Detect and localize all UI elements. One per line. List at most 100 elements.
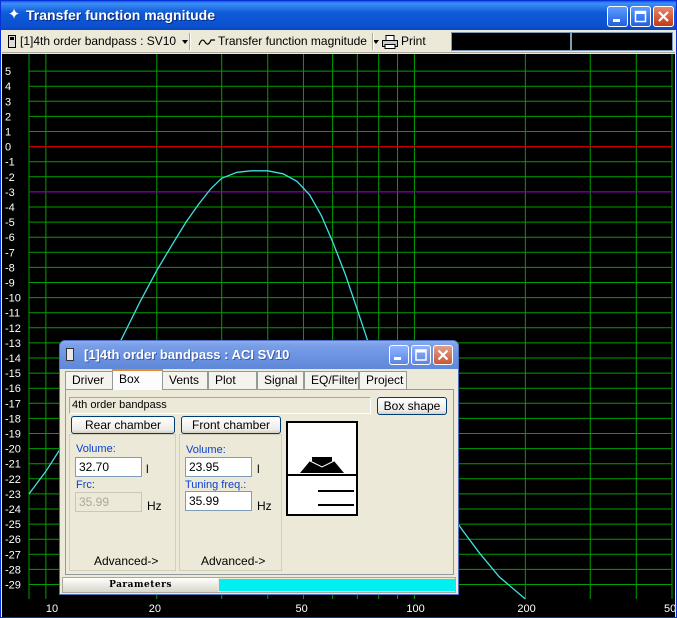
window-title: Transfer function magnitude: [26, 7, 216, 23]
dialog-maximize-button[interactable]: [411, 345, 431, 365]
y-tick-label: 4: [5, 81, 11, 93]
y-tick-label: -25: [5, 519, 21, 531]
y-tick-label: -13: [5, 338, 21, 350]
y-tick-label: -12: [5, 323, 21, 335]
y-tick-label: -2: [5, 172, 15, 184]
print-button[interactable]: Print: [382, 32, 426, 51]
maximize-button[interactable]: [630, 6, 651, 27]
y-tick-label: -18: [5, 413, 21, 425]
y-tick-label: -27: [5, 549, 21, 561]
front-tuning-label: Tuning freq.:: [185, 479, 247, 491]
app-icon: ✦: [7, 6, 21, 23]
print-button-label: Print: [401, 34, 426, 48]
maximize-icon: [634, 10, 647, 23]
document-icon: [66, 348, 74, 361]
front-volume-unit: l: [257, 462, 260, 476]
y-tick-label: 2: [5, 111, 11, 123]
y-tick-label: -16: [5, 383, 21, 395]
tab-vents[interactable]: Vents: [162, 371, 208, 389]
y-tick-label: -1: [5, 157, 15, 169]
y-tick-label: -29: [5, 580, 21, 592]
rear-frc-label: Frc:: [76, 479, 95, 491]
y-tick-label: 0: [5, 142, 11, 154]
bandpass-box-icon: [288, 457, 356, 506]
toolbar-separator: [372, 33, 374, 50]
document-icon: [8, 35, 16, 49]
x-tick-label: 20: [149, 603, 161, 615]
minimize-icon: [394, 357, 401, 360]
x-tick-label: 200: [517, 603, 535, 615]
toolbar: [1]4th order bandpass : SV10 Transfer fu…: [2, 30, 675, 53]
y-tick-label: -14: [5, 353, 21, 365]
front-volume-input[interactable]: 23.95: [185, 457, 252, 477]
title-bar[interactable]: ✦ Transfer function magnitude: [1, 1, 676, 30]
box-type-field: 4th order bandpass: [69, 397, 371, 414]
rear-volume-input[interactable]: 32.70: [75, 457, 142, 477]
readout-box-left: [451, 32, 571, 51]
y-tick-label: -7: [5, 247, 15, 259]
front-advanced-link[interactable]: Advanced->: [201, 554, 265, 568]
tab-plot[interactable]: Plot: [208, 371, 257, 389]
y-tick-label: -24: [5, 504, 21, 516]
y-tick-label: -23: [5, 489, 21, 501]
front-chamber-button[interactable]: Front chamber: [181, 416, 281, 434]
y-tick-label: -11: [5, 308, 20, 320]
close-button[interactable]: [653, 6, 674, 27]
x-tick-label: 10: [46, 603, 58, 615]
y-tick-label: 5: [5, 66, 11, 78]
y-tick-label: -17: [5, 398, 21, 410]
rear-frc-unit: Hz: [147, 499, 162, 513]
view-dropdown-label: Transfer function magnitude: [218, 34, 367, 48]
x-tick-label: 50: [295, 603, 307, 615]
y-tick-label: -6: [5, 232, 15, 244]
minimize-icon: [613, 19, 620, 22]
x-tick-label: 500: [664, 603, 675, 615]
y-tick-label: -9: [5, 278, 15, 290]
tab-project[interactable]: Project: [359, 371, 407, 389]
rear-volume-unit: l: [146, 462, 149, 476]
tab-signal[interactable]: Signal: [257, 371, 304, 389]
view-dropdown[interactable]: Transfer function magnitude: [198, 32, 379, 51]
y-tick-label: 1: [5, 127, 11, 139]
tab-eq-filter[interactable]: EQ/Filter: [304, 371, 359, 389]
y-tick-label: -10: [5, 293, 21, 305]
maximize-icon: [415, 349, 427, 361]
printer-icon: [382, 34, 398, 49]
minimize-button[interactable]: [607, 6, 628, 27]
y-tick-label: 3: [5, 96, 11, 108]
rear-frc-input: 35.99: [75, 492, 142, 512]
rear-advanced-link[interactable]: Advanced->: [94, 554, 158, 568]
y-tick-label: -28: [5, 564, 21, 576]
front-tuning-unit: Hz: [257, 499, 272, 513]
y-tick-label: -20: [5, 444, 21, 456]
y-tick-label: -22: [5, 474, 21, 486]
dialog-title-bar[interactable]: [1]4th order bandpass : ACI SV10: [60, 341, 458, 369]
close-icon: [658, 11, 669, 22]
front-volume-label: Volume:: [186, 444, 226, 456]
close-icon: [437, 349, 449, 361]
y-tick-label: -3: [5, 187, 15, 199]
waveform-icon: [198, 39, 215, 46]
project-dropdown[interactable]: [1]4th order bandpass : SV10: [8, 32, 189, 51]
toolbar-separator: [189, 33, 191, 50]
x-tick-label: 100: [406, 603, 424, 615]
front-tuning-input[interactable]: 35.99: [185, 491, 252, 511]
y-tick-label: -5: [5, 217, 15, 229]
y-tick-label: -15: [5, 368, 21, 380]
tab-box[interactable]: Box: [112, 369, 163, 390]
rear-volume-label: Volume:: [76, 443, 116, 455]
box-shape-button[interactable]: Box shape: [377, 397, 447, 415]
y-tick-label: -26: [5, 534, 21, 546]
chevron-down-icon: [182, 39, 189, 44]
dialog-close-button[interactable]: [433, 345, 453, 365]
dialog-minimize-button[interactable]: [389, 345, 409, 365]
y-tick-label: -8: [5, 262, 15, 274]
box-shape-preview: [286, 421, 358, 516]
rear-chamber-button[interactable]: Rear chamber: [71, 416, 175, 434]
readout-box-right: [571, 32, 673, 51]
y-tick-label: -4: [5, 202, 15, 214]
project-dropdown-label: [1]4th order bandpass : SV10: [20, 34, 177, 48]
y-tick-label: -19: [5, 429, 21, 441]
tab-driver[interactable]: Driver: [65, 371, 113, 389]
main-window: ✦ Transfer function magnitude [1]4th ord…: [0, 0, 677, 618]
